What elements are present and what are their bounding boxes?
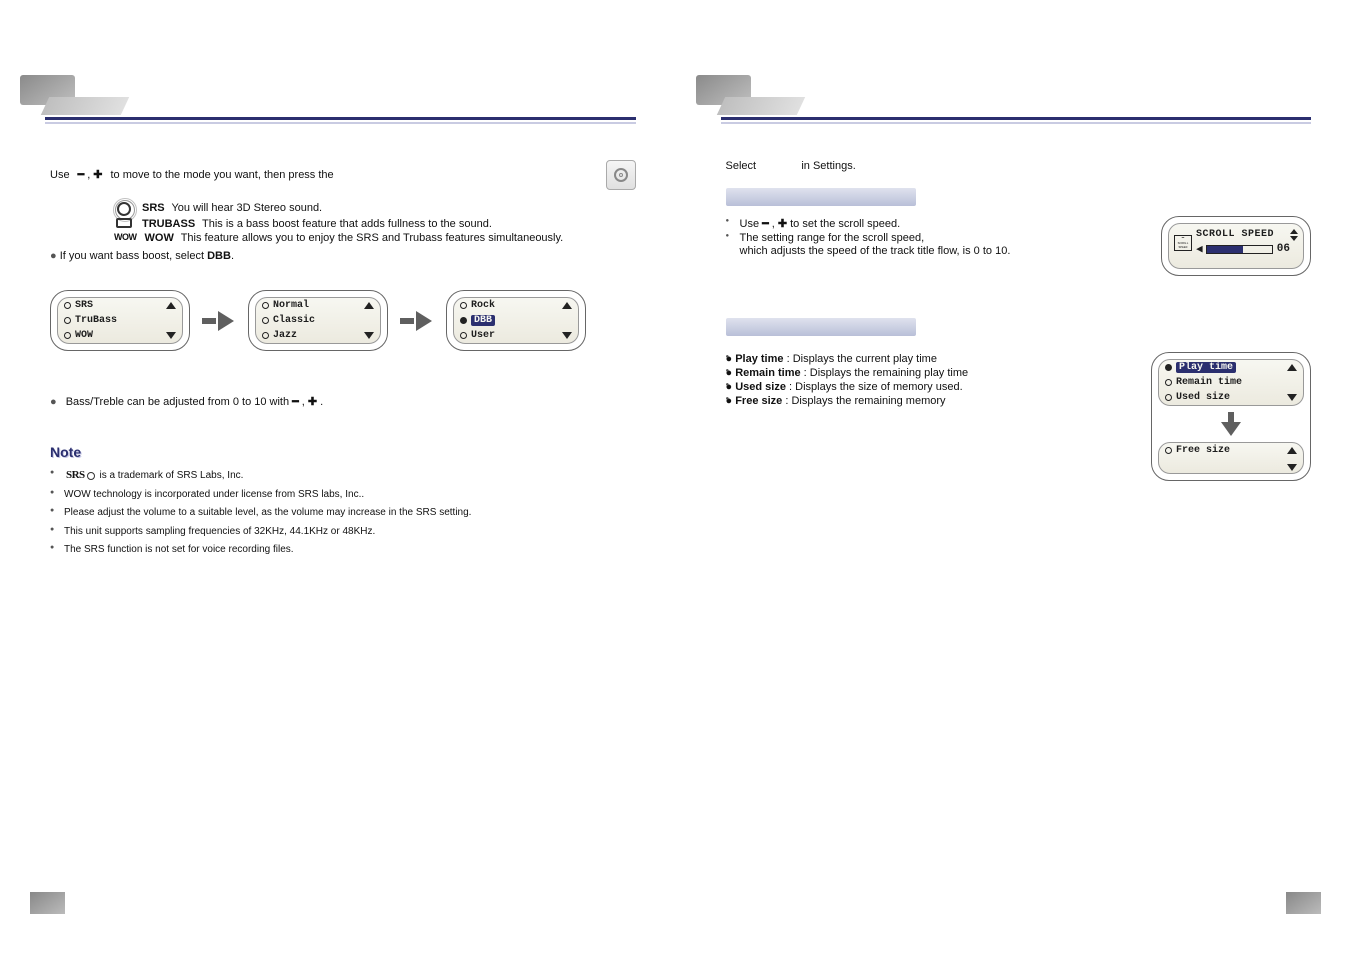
srs-trademark-icon: SRS — [64, 468, 97, 484]
note-item: SRS is a trademark of SRS Labs, Inc. — [50, 466, 636, 486]
note-item: Please adjust the volume to a suitable l… — [50, 504, 636, 523]
lcd-item-selected: Play time — [1176, 362, 1236, 373]
text: Displays the remaining memory — [791, 395, 945, 407]
minus-plus-icon: ━,✚ — [78, 167, 103, 184]
dbb-keyword: DBB — [207, 250, 231, 262]
page-number-chip — [30, 892, 65, 914]
text: Displays the size of memory used. — [795, 381, 963, 393]
lcd-item: Remain time — [1176, 377, 1242, 388]
note-list: SRS is a trademark of SRS Labs, Inc. WOW… — [50, 466, 636, 560]
scroll-line: Use ━,✚ to set the scroll speed. — [726, 216, 1132, 231]
jog-button-icon — [606, 160, 636, 190]
lcd-item: Jazz — [273, 330, 297, 341]
bass-treble-note: ● Bass/Treble can be adjusted from 0 to … — [50, 395, 636, 408]
instruction-line: Use ━,✚ to move to the mode you want, th… — [50, 160, 636, 190]
note-heading: Note — [50, 444, 636, 460]
srs-icon — [114, 202, 134, 216]
display-item: ● Free size : Displays the remaining mem… — [726, 394, 1122, 408]
text: in Settings. — [801, 160, 855, 172]
lcd-panel-2: Normal Classic Jazz — [248, 290, 388, 351]
lcd-item: User — [471, 330, 495, 341]
lcd-item: Rock — [471, 300, 495, 311]
lcd-item: Used size — [1176, 392, 1230, 403]
page-header-ornament — [676, 75, 1312, 135]
section-banner-display: Display Information — [726, 318, 916, 336]
minus-plus-icon: ━,✚ — [762, 217, 787, 230]
note-item: This unit supports sampling frequencies … — [50, 523, 636, 542]
text: to set the scroll speed. — [790, 218, 900, 230]
feature-trubass: TRUBASS This is a bass boost feature tha… — [114, 218, 636, 230]
up-icon — [562, 302, 572, 309]
dbb-hint: ● If you want bass boost, select DBB. — [50, 250, 636, 262]
lcd-item: WOW — [75, 330, 93, 341]
feature-name: SRS — [142, 202, 165, 214]
note-item: The SRS function is not set for voice re… — [50, 541, 636, 560]
lcd-item: Classic — [273, 315, 315, 326]
down-icon — [1287, 394, 1297, 401]
scroll-value: 06 — [1277, 243, 1290, 255]
display-item: ● Remain time : Displays the remaining p… — [726, 366, 1122, 380]
display-item: ● Play time : Displays the current play … — [726, 352, 1122, 366]
feature-wow: WOW WOW This feature allows you to enjoy… — [114, 232, 636, 244]
arrow-down-icon — [1158, 412, 1304, 436]
up-icon — [166, 302, 176, 309]
feature-desc: This feature allows you to enjoy the SRS… — [181, 232, 564, 244]
feature-srs: SRS You will hear 3D Stereo sound. — [114, 202, 636, 216]
text: Use — [740, 218, 760, 230]
lcd-item: Free size — [1176, 445, 1230, 456]
text: If you want bass boost, select — [60, 250, 204, 262]
text: Displays the remaining play time — [810, 367, 968, 379]
feature-name: WOW — [145, 232, 174, 244]
scroll-chip-icon: ━SCROLLSPEED — [1174, 235, 1192, 251]
lcd-title: SCROLL SPEED — [1196, 229, 1290, 240]
scroll-line: The setting range for the scroll speed, — [726, 231, 1132, 245]
text: . — [320, 396, 323, 408]
manual-right-page: Select Display in Settings. Scroll Speed… — [676, 0, 1351, 954]
minus-plus-icon: ━,✚ — [292, 395, 317, 408]
scroll-speed-lcd: ━SCROLLSPEED SCROLL SPEED ◀ 06 — [1161, 216, 1311, 276]
lcd-panel-1: SRS TruBass WOW — [50, 290, 190, 351]
arrow-right-icon — [400, 311, 434, 331]
up-icon — [1287, 447, 1297, 454]
scroll-line-cont: which adjusts the speed of the track tit… — [726, 245, 1132, 257]
manual-left-page: Use ━,✚ to move to the mode you want, th… — [0, 0, 676, 954]
down-icon — [1287, 464, 1297, 471]
text: Select — [726, 160, 757, 172]
lcd-panel-3: Rock DBB User — [446, 290, 586, 351]
text: Bass/Treble can be adjusted from 0 to 10… — [66, 396, 289, 408]
lcd-item: SRS — [75, 300, 93, 311]
up-icon — [364, 302, 374, 309]
scroll-progress-bar — [1206, 245, 1273, 254]
intro-line: Select Display in Settings. — [726, 160, 1312, 172]
page-number-chip — [1286, 892, 1321, 914]
lcd-item: TruBass — [75, 315, 117, 326]
display-section: ● Play time : Displays the current play … — [726, 352, 1312, 481]
wow-icon: WOW — [114, 232, 137, 242]
feature-desc: This is a bass boost feature that adds f… — [202, 218, 492, 230]
up-down-icon — [1290, 229, 1298, 241]
scroll-speed-section: Use ━,✚ to set the scroll speed. The set… — [726, 216, 1312, 276]
lcd-item: Normal — [273, 300, 309, 311]
up-icon — [1287, 364, 1297, 371]
down-icon — [364, 332, 374, 339]
text: is a trademark of SRS Labs, Inc. — [99, 470, 243, 481]
text: to move to the mode you want, then press… — [110, 167, 333, 184]
display-item: ● Used size : Displays the size of memor… — [726, 380, 1122, 394]
section-banner-scroll: Scroll Speed — [726, 188, 916, 206]
feature-desc: You will hear 3D Stereo sound. — [171, 202, 322, 214]
down-icon — [166, 332, 176, 339]
lcd-sequence: SRS TruBass WOW Normal Classic Jazz — [50, 290, 636, 351]
page-header-ornament — [0, 75, 636, 135]
note-item: WOW technology is incorporated under lic… — [50, 486, 636, 505]
text: Use — [50, 167, 70, 184]
text: Displays the current play time — [793, 353, 937, 365]
arrow-right-icon — [202, 311, 236, 331]
display-lcd: Play time Remain time Used size Free siz… — [1151, 352, 1311, 481]
down-icon — [562, 332, 572, 339]
lcd-item-selected: DBB — [471, 315, 495, 326]
feature-name: TRUBASS — [142, 218, 195, 230]
